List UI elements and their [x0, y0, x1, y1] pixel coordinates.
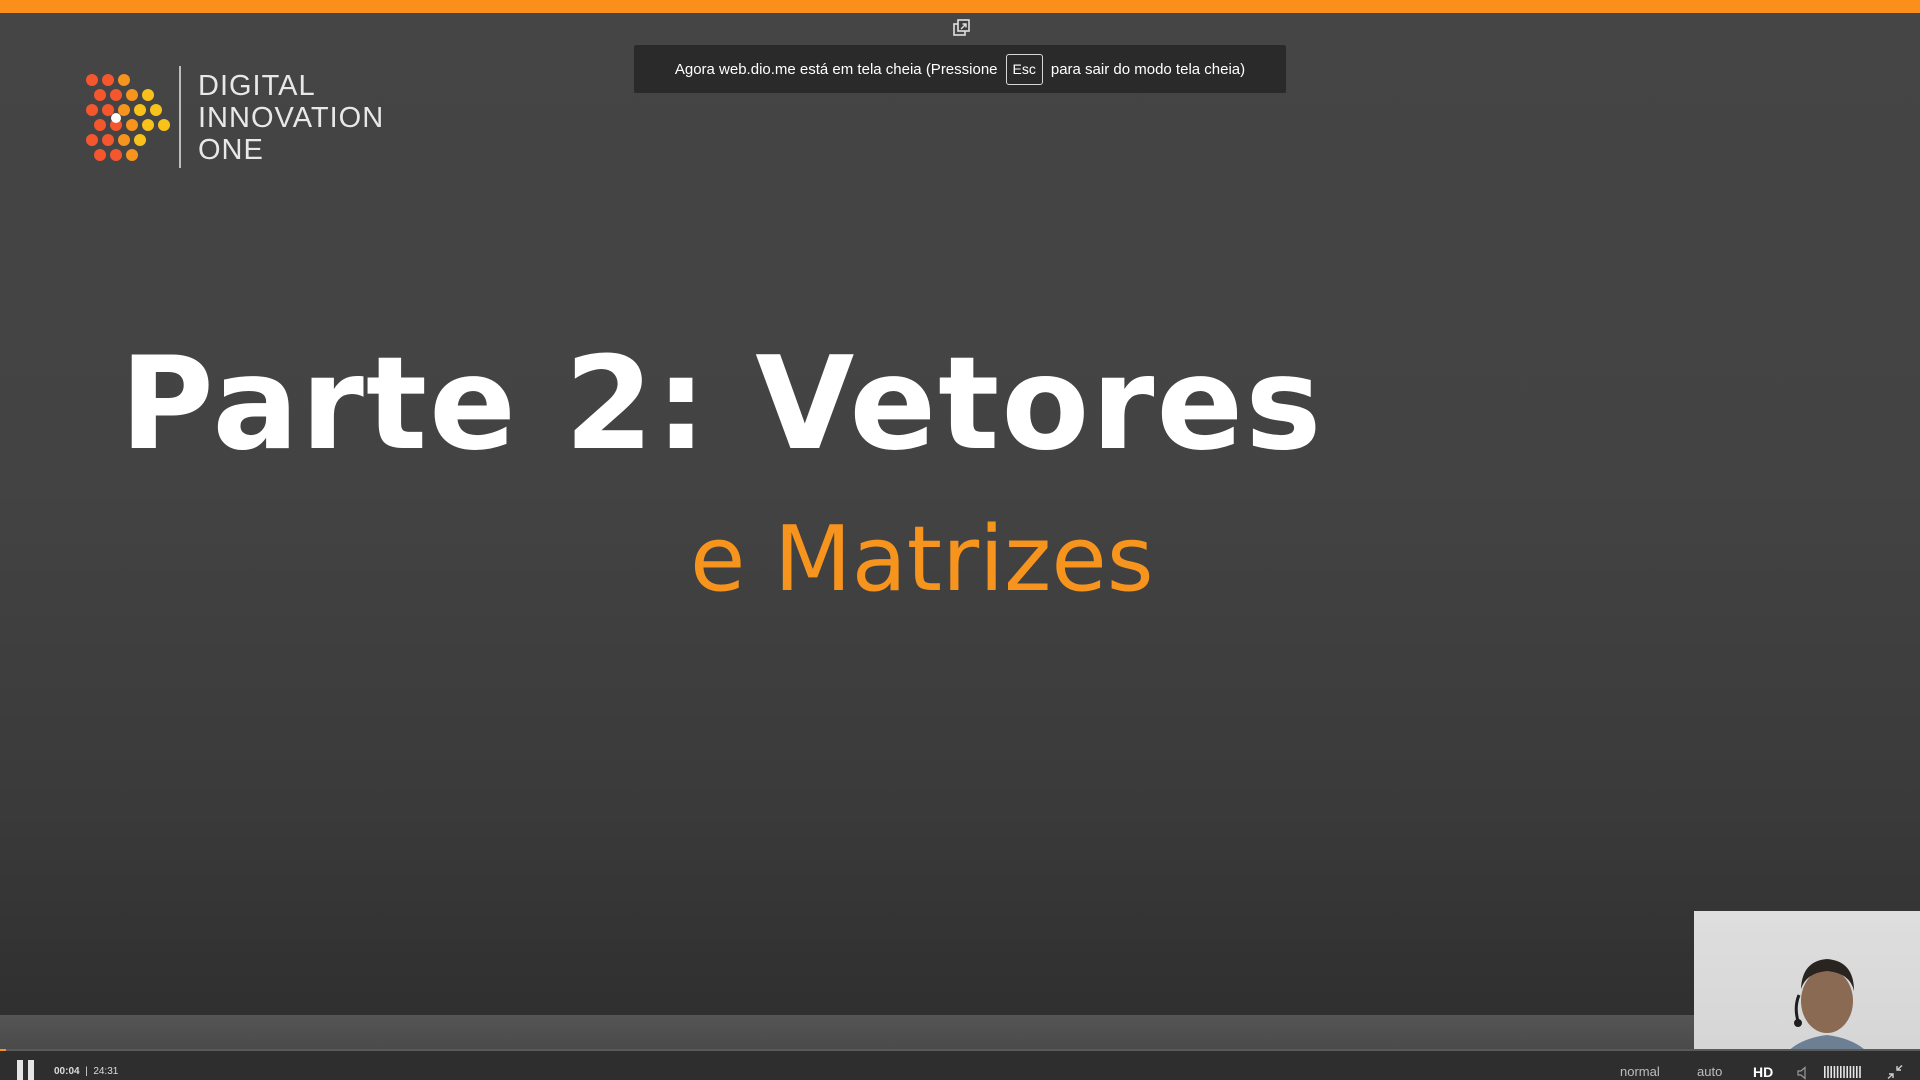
volume-level-icon[interactable]: [1824, 1066, 1864, 1078]
pause-icon: [17, 1060, 23, 1080]
logo-divider: [179, 66, 181, 168]
fullscreen-notice-text-before: Agora web.dio.me está em tela cheia (Pre…: [674, 60, 998, 78]
esc-key-badge: Esc: [1005, 53, 1043, 85]
pause-icon-bar: [28, 1060, 34, 1080]
restore-window-icon[interactable]: [953, 19, 971, 37]
slide-subtitle: e Matrizes: [690, 507, 1154, 612]
quality-mode-selector[interactable]: auto: [1697, 1064, 1722, 1079]
time-separator: |: [85, 1066, 88, 1077]
speed-selector[interactable]: normal: [1620, 1064, 1660, 1079]
logo-wordmark: DIGITAL INNOVATION ONE: [198, 70, 384, 166]
player-controls: 00:04 | 24:31 normal auto HD: [0, 1051, 1920, 1080]
hd-toggle[interactable]: HD: [1753, 1064, 1773, 1080]
video-stage[interactable]: Agora web.dio.me está em tela cheia (Pre…: [0, 0, 1920, 1080]
current-time: 00:04: [54, 1066, 80, 1077]
volume-icon[interactable]: [1797, 1066, 1811, 1080]
pause-button[interactable]: [17, 1060, 35, 1080]
dio-logo-mark-icon: [86, 74, 170, 161]
logo-line-innovation: INNOVATION: [198, 102, 385, 134]
logo-line-digital: DIGITAL: [198, 70, 316, 102]
time-display: 00:04 | 24:31: [54, 1066, 118, 1077]
fullscreen-notice-text-after: para sair do modo tela cheia): [1050, 60, 1246, 78]
slide-title: Parte 2: Vetores: [120, 330, 1324, 479]
fullscreen-notice: Agora web.dio.me está em tela cheia (Pre…: [634, 45, 1286, 93]
duration: 24:31: [93, 1066, 119, 1077]
exit-fullscreen-icon[interactable]: [1887, 1065, 1903, 1079]
player-bar-shade: [0, 1015, 1694, 1050]
logo-line-one: ONE: [198, 134, 264, 166]
top-accent-strip: [0, 0, 1920, 13]
dio-logo: DIGITAL INNOVATION ONE: [84, 64, 414, 174]
